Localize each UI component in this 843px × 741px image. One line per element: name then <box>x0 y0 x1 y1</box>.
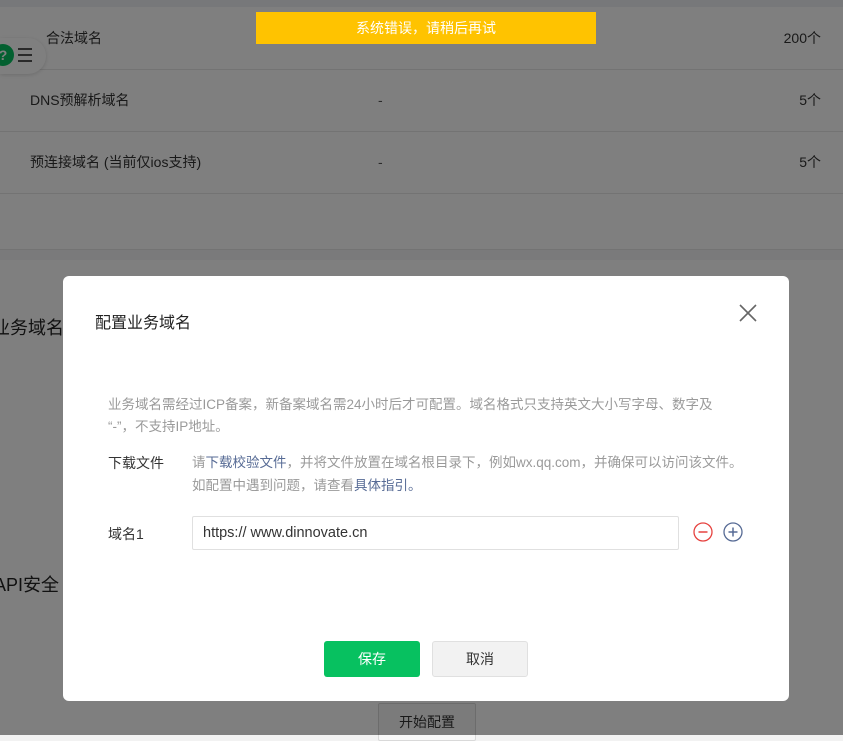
notice-line-1: 业务域名需经过ICP备案，新备案域名需24小时后才可配置。域名格式只支持英文大小… <box>108 397 713 412</box>
download-verify-file-link[interactable]: 下载校验文件 <box>206 455 287 470</box>
download-desc-suffix: 。 <box>408 478 422 493</box>
close-icon[interactable] <box>736 301 760 325</box>
error-toast: 系统错误，请稍后再试 <box>256 12 596 44</box>
guide-link[interactable]: 具体指引 <box>354 478 408 493</box>
add-domain-icon[interactable] <box>723 522 743 542</box>
domain-1-label: 域名1 <box>108 526 144 542</box>
notice-line-2: “-”，不支持IP地址。 <box>108 419 229 434</box>
download-file-description: 请下载校验文件，并将文件放置在域名根目录下，例如wx.qq.com，并确保可以访… <box>192 451 752 497</box>
remove-domain-icon[interactable] <box>693 522 713 542</box>
cancel-button[interactable]: 取消 <box>432 641 528 677</box>
domain-notice: 业务域名需经过ICP备案，新备案域名需24小时后才可配置。域名格式只支持英文大小… <box>108 394 748 438</box>
download-file-label: 下载文件 <box>108 455 164 471</box>
domain-1-input[interactable] <box>192 516 679 550</box>
config-business-domain-dialog: 配置业务域名 业务域名需经过ICP备案，新备案域名需24小时后才可配置。域名格式… <box>63 276 789 701</box>
save-button[interactable]: 保存 <box>324 641 420 677</box>
download-desc-prefix: 请 <box>192 455 206 470</box>
dialog-title: 配置业务域名 <box>95 315 192 332</box>
